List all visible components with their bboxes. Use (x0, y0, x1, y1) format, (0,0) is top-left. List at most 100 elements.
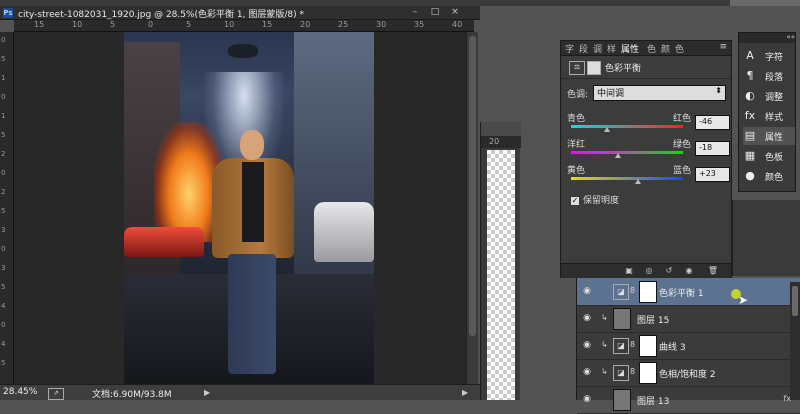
layer-thumbnail[interactable] (613, 389, 631, 411)
eye-icon[interactable]: ◉ (581, 286, 593, 296)
dock-item[interactable]: ¶ 段落 (743, 67, 795, 85)
slider-handle[interactable] (635, 179, 642, 184)
ruler-tick: 40 (452, 20, 463, 29)
layer-mask-thumbnail[interactable] (639, 281, 657, 303)
slider-value-input[interactable]: -46 (695, 115, 730, 130)
slider-handle[interactable] (615, 153, 622, 158)
ruler-tick: 15 (262, 20, 273, 29)
status-arrow-icon[interactable]: ▶ (204, 388, 210, 397)
restore-icon[interactable]: □ (428, 7, 442, 18)
clip-icon: ↳ (601, 367, 608, 376)
slider-handle[interactable] (603, 127, 610, 132)
ruler-tick: 5 (186, 20, 192, 29)
layer-row[interactable]: ◉ ◪ 8 色彩平衡 1 (577, 278, 800, 306)
second-document-header[interactable] (481, 122, 521, 136)
slider-track[interactable] (571, 177, 683, 180)
slider-value-input[interactable]: +23 (695, 167, 730, 182)
dock-item[interactable]: fx 样式 (743, 107, 795, 125)
panel-tab[interactable]: 色 (675, 42, 684, 55)
trash-icon[interactable]: 🗑 (707, 265, 719, 276)
link-icon[interactable]: 8 (630, 340, 635, 349)
second-document-ruler: 20 (481, 136, 521, 148)
slider-right-label: 绿色 (673, 140, 692, 150)
tone-dropdown[interactable]: 中间调 ⬍ (593, 85, 726, 101)
slider-track[interactable] (571, 125, 683, 128)
layer-row[interactable]: ◉ ↳ ◪ 8 曲线 3 (577, 332, 800, 360)
eye-icon[interactable]: ◉ (581, 340, 593, 350)
close-icon[interactable]: × (448, 7, 462, 18)
layers-scroll-thumb[interactable] (792, 286, 798, 316)
zoom-level[interactable]: 28.45% (3, 387, 37, 397)
panel-tab[interactable]: 调 (593, 42, 602, 55)
reset-icon[interactable]: ↺ (663, 265, 675, 276)
document-vertical-scrollbar[interactable] (466, 32, 478, 384)
dock-item[interactable]: ● 颜色 (743, 167, 795, 185)
layer-thumbnail[interactable] (613, 308, 631, 330)
scroll-thumb[interactable] (469, 36, 476, 336)
view-previous-icon[interactable]: ◎ (643, 265, 655, 276)
panel-tab[interactable]: 段 (579, 42, 588, 55)
slider-track[interactable] (571, 151, 683, 154)
eye-icon[interactable]: ◉ (581, 367, 593, 377)
panel-tab[interactable]: 色 (647, 42, 656, 55)
layer-row[interactable]: ◉ ↳ ◪ 8 色相/饱和度 2 (577, 359, 800, 387)
layer-mask-thumbnail[interactable] (639, 335, 657, 357)
mask-icon[interactable] (587, 61, 601, 75)
transparent-canvas[interactable] (487, 150, 515, 400)
dock-item-label: 样式 (765, 113, 784, 123)
panel-tab[interactable]: 颜 (661, 42, 670, 55)
document-size[interactable]: 文档:6.90M/93.8M (92, 387, 172, 400)
ruler-tick: 5 (1, 207, 6, 215)
dock-item[interactable]: A 字符 (743, 47, 795, 65)
panel-tab[interactable]: 样 (607, 42, 616, 55)
visibility-icon[interactable]: ◉ (683, 265, 695, 276)
checkbox-icon[interactable]: ✓ (571, 196, 579, 205)
workspace-switcher[interactable] (730, 0, 800, 6)
legs (228, 254, 276, 374)
layer-name[interactable]: 色彩平衡 1 (659, 286, 704, 299)
panel-tab[interactable]: 属性 (621, 42, 639, 55)
dock-item-icon: ● (745, 169, 755, 182)
clip-to-layer-icon[interactable]: ▣ (623, 265, 635, 276)
slider-left-label: 黄色 (567, 166, 586, 176)
document-tab[interactable]: Ps city-street-1082031_1920.jpg @ 28.5%(… (0, 6, 480, 20)
layer-name[interactable]: 图层 15 (637, 313, 669, 326)
tone-label: 色调: (567, 90, 589, 100)
panel-tab[interactable]: 字 (565, 42, 574, 55)
layer-name[interactable]: 色相/饱和度 2 (659, 367, 716, 380)
document-image[interactable] (124, 32, 374, 384)
horizontal-ruler: 15 10 5 0 5 10 15 20 25 30 35 40 (14, 20, 474, 32)
layer-name[interactable]: 曲线 3 (659, 340, 686, 353)
eye-icon[interactable]: ◉ (581, 313, 593, 323)
ruler-tick: 0 (1, 93, 6, 101)
panel-menu-icon[interactable]: ≡ (719, 42, 727, 52)
layer-row[interactable]: ◉ ↳ 图层 15 (577, 305, 800, 333)
slider-value-input[interactable]: -18 (695, 141, 730, 156)
link-icon[interactable]: 8 (630, 367, 635, 376)
ruler-tick: 5 (1, 359, 6, 367)
layer-name[interactable]: 图层 13 (637, 394, 669, 407)
dock-item[interactable]: ▦ 色板 (743, 147, 795, 165)
layer-row[interactable]: ◉ 图层 13 fx (577, 386, 800, 414)
minimize-icon[interactable]: – (408, 7, 422, 18)
layers-scrollbar[interactable] (790, 282, 800, 400)
eye-icon[interactable]: ◉ (581, 394, 593, 404)
ruler-tick: 30 (376, 20, 387, 29)
dock-item[interactable]: ▤ 属性 (743, 127, 795, 145)
running-man (202, 130, 298, 380)
ruler-tick: 35 (414, 20, 425, 29)
status-scroll-right-icon[interactable]: ▶ (462, 388, 468, 397)
link-icon[interactable]: 8 (630, 286, 635, 295)
layer-mask-thumbnail[interactable] (639, 362, 657, 384)
second-document-window[interactable]: 20 (480, 122, 521, 400)
properties-header: ⚖ 色彩平衡 (561, 56, 731, 79)
dock-item-icon: fx (744, 109, 756, 122)
ruler-tick: 4 (1, 340, 6, 348)
dock-collapse-icon[interactable]: «« (739, 33, 795, 43)
ruler-tick: 0 (1, 169, 6, 177)
preserve-luminosity-checkbox[interactable]: ✓ 保留明度 (571, 193, 619, 206)
share-icon[interactable]: ⇗ (48, 388, 64, 400)
ruler-tick: 0 (1, 321, 6, 329)
ruler-tick: 10 (72, 20, 83, 29)
dock-item[interactable]: ◐ 调整 (743, 87, 795, 105)
